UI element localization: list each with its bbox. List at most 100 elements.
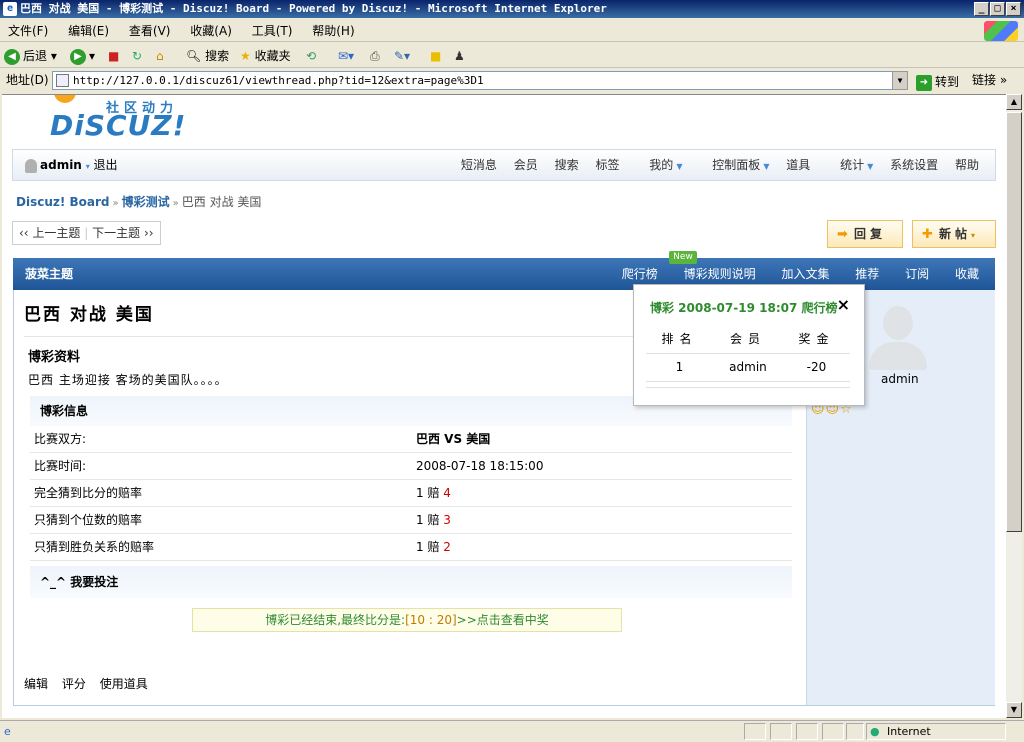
betting-ended-notice[interactable]: 博彩已经结束,最终比分是:[10 : 20]>>点击查看中奖 [192,608,622,632]
print-icon[interactable]: ⎙ [370,46,380,66]
rules-link[interactable]: 博彩规则说明 [684,267,756,281]
back-arrow-icon: ◀ [4,48,20,65]
new-badge: New [669,251,697,264]
window-title: 巴西 对战 美国 - 博彩测试 - Discuz! Board - Powere… [20,2,607,15]
info-key: 只猜到胜负关系的赔率 [34,540,155,554]
add-to-anthology-link[interactable]: 加入文集 [781,267,829,281]
nav-members[interactable]: 会员 [514,158,538,172]
user-menu[interactable]: admin ▾ 退出 [25,150,118,182]
url-input[interactable]: http://127.0.0.1/discuz61/viewthread.php… [52,71,908,90]
favorite-link[interactable]: 收藏 [955,267,979,281]
discuz-logo[interactable]: 社区动力 DiSCUZ! [46,95,206,143]
stop-icon[interactable]: ■ [108,46,119,66]
new-post-button[interactable]: ✚ 新帖▾ [912,220,996,248]
reply-label: 回复 [854,227,887,241]
windows-logo-icon [984,21,1018,41]
vertical-scrollbar[interactable]: ▲ ▼ [1006,94,1022,718]
go-button[interactable]: ➜ 转到 [916,71,959,94]
leaderboard-popup: 博彩 2008-07-19 18:07 爬行榜 × 排名 会员 奖金 1 adm… [633,284,865,406]
nav-search[interactable]: 搜索 [555,158,579,172]
close-button[interactable]: × [1006,2,1021,16]
forward-arrow-icon: ▶ [70,48,86,65]
go-arrow-icon: ➜ [916,74,932,91]
prev-thread-link[interactable]: ‹‹ 上一主题 [19,226,80,240]
new-post-label: 新帖 [939,227,972,241]
close-icon[interactable]: × [837,295,850,314]
nav-stats[interactable]: 统计 ▼ [827,158,873,172]
nav-stats-label: 统计 [840,158,865,172]
edit-link[interactable]: 编辑 [24,677,48,691]
nav-cp[interactable]: 控制面板 ▼ [699,158,769,172]
nav-help[interactable]: 帮助 [955,158,979,172]
edit-icon[interactable]: ✎▾ [394,46,410,66]
avatar[interactable] [865,306,929,370]
view-winners-link[interactable]: >>点击查看中奖 [457,613,549,627]
search-button[interactable]: 🔍︎ 搜索 [186,46,229,66]
menu-help[interactable]: 帮助(H) [304,20,362,42]
author-name[interactable]: admin [881,372,919,386]
logout-link[interactable]: 退出 [94,158,118,172]
betting-section-title: 博彩资料 [28,350,81,365]
nav-pm[interactable]: 短消息 [461,158,497,172]
breadcrumb-forum[interactable]: 博彩测试 [122,195,170,209]
info-key: 完全猜到比分的赔率 [34,486,143,500]
recommend-link[interactable]: 推荐 [855,267,879,281]
info-row: 比赛时间: 2008-07-18 18:15:00 [30,453,792,480]
back-button[interactable]: ◀ 后退 ▾ [4,46,57,66]
username[interactable]: admin [40,158,82,172]
use-magic-link[interactable]: 使用道具 [100,677,148,691]
history-icon[interactable]: ⟲ [306,46,316,66]
scroll-up-icon[interactable]: ▲ [1006,94,1022,110]
user-icon [25,158,37,173]
breadcrumb-board[interactable]: Discuz! Board [16,195,110,209]
menu-favorites[interactable]: 收藏(A) [182,20,240,42]
scroll-down-icon[interactable]: ▼ [1006,702,1022,718]
reply-button[interactable]: ➡ 回复 [827,220,903,248]
search-icon: 🔍︎ [186,49,202,63]
favorites-button[interactable]: ★ 收藏夹 [240,46,291,66]
menu-tools[interactable]: 工具(T) [244,20,301,42]
home-icon[interactable]: ⌂ [156,46,164,66]
search-label: 搜索 [205,49,230,63]
scroll-thumb[interactable] [1006,112,1022,532]
links-button[interactable]: 链接 » [972,69,1007,92]
forum-navbar: admin ▾ 退出 短消息 会员 搜索 标签 我的 ▼ 控制面板 ▼ 道具 统计 ▼… [12,149,996,181]
rate-link[interactable]: 评分 [62,677,86,691]
place-bet-header[interactable]: ^_^ 我要投注 [30,566,792,598]
discuss-icon[interactable]: ■ [430,46,441,66]
chevron-down-icon: ▼ [676,162,683,171]
minimize-button[interactable]: _ [974,2,989,16]
nav-my[interactable]: 我的 ▼ [636,158,682,172]
info-value: 1 赔 2 [416,534,451,561]
rank-cell: 1 [646,353,713,382]
back-label: 后退 [23,49,48,63]
status-bar: e ● Internet [0,720,1024,742]
mail-icon[interactable]: ✉▾ [338,46,354,66]
address-label: 地址(D) [6,73,49,87]
globe-icon: ● [870,725,880,738]
col-prize: 奖金 [782,325,850,354]
nav-settings[interactable]: 系统设置 [890,158,938,172]
nav-magic[interactable]: 道具 [786,158,810,172]
col-member: 会员 [713,325,783,354]
info-value: 2008-07-18 18:15:00 [416,459,544,473]
menu-file[interactable]: 文件(F) [0,20,56,42]
nav-tags[interactable]: 标签 [595,158,619,172]
info-row: 比赛双方: 巴西 VS 美国 [30,426,792,453]
menu-edit[interactable]: 编辑(E) [60,20,117,42]
odds-prefix: 1 赔 [416,540,440,554]
leaderboard-link[interactable]: 爬行榜 [622,267,658,281]
odds-prefix: 1 赔 [416,486,440,500]
member-cell[interactable]: admin [713,353,783,382]
next-thread-link[interactable]: 下一主题 ›› [92,226,153,240]
refresh-icon[interactable]: ↻ [132,46,142,66]
subscribe-link[interactable]: 订阅 [905,267,929,281]
forward-button[interactable]: ▶ ▾ [70,46,95,66]
info-value: 1 赔 4 [416,480,451,507]
messenger-icon[interactable]: ♟ [454,46,465,66]
odds-value: 4 [443,486,451,500]
menu-view[interactable]: 查看(V) [121,20,179,42]
url-dropdown-icon[interactable]: ▼ [892,71,908,90]
col-rank: 排名 [646,325,713,354]
maximize-button[interactable]: □ [990,2,1005,16]
